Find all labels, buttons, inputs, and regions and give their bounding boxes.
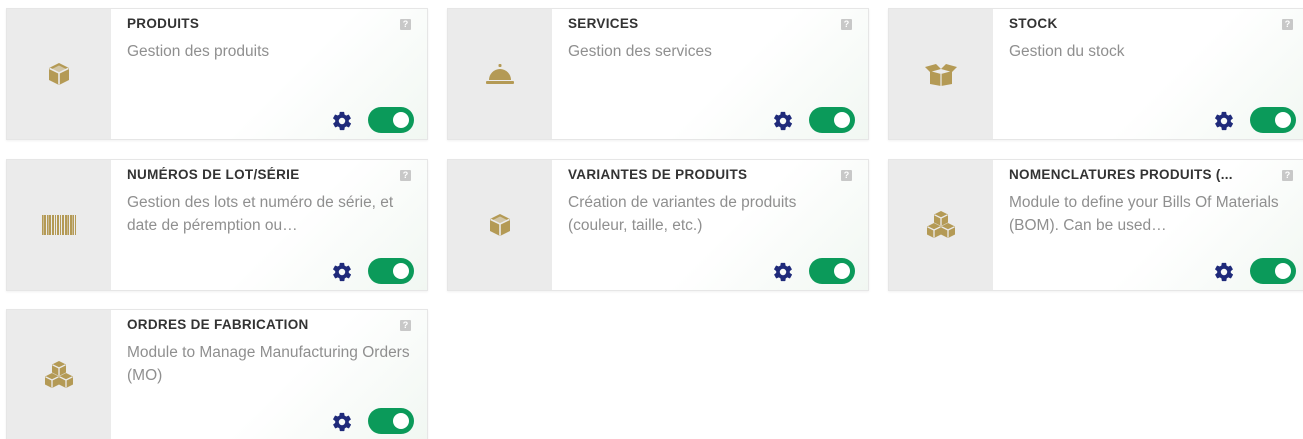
module-body: STOCK ? Gestion du stock: [993, 9, 1303, 139]
module-body: ORDRES DE FABRICATION ? Module to Manage…: [111, 310, 427, 439]
toggle-knob: [1275, 112, 1291, 128]
service-bell-icon: [485, 62, 515, 86]
module-enabled-toggle[interactable]: [1250, 258, 1296, 284]
cubes-icon: [926, 211, 956, 239]
toggle-knob: [834, 263, 850, 279]
module-description: Gestion du stock: [1009, 43, 1125, 60]
module-enabled-toggle[interactable]: [809, 107, 855, 133]
barcode-icon: [41, 213, 77, 237]
cube-icon: [487, 212, 513, 238]
settings-gear-icon[interactable]: [331, 110, 353, 132]
toggle-knob: [1275, 263, 1291, 279]
module-title: STOCK: [1009, 16, 1058, 31]
module-title: SERVICES: [568, 16, 639, 31]
settings-gear-icon[interactable]: [772, 261, 794, 283]
module-body: SERVICES ? Gestion des services: [552, 9, 868, 139]
help-icon[interactable]: ?: [1282, 170, 1293, 181]
module-picto: [889, 9, 993, 139]
module-enabled-toggle[interactable]: [809, 258, 855, 284]
module-card: PRODUITS ? Gestion des produits: [6, 8, 428, 140]
module-title: NUMÉROS DE LOT/SÉRIE: [127, 167, 300, 182]
help-icon[interactable]: ?: [841, 170, 852, 181]
toggle-knob: [393, 263, 409, 279]
help-icon[interactable]: ?: [400, 19, 411, 30]
module-enabled-toggle[interactable]: [368, 258, 414, 284]
module-picto: [889, 160, 993, 290]
module-body: PRODUITS ? Gestion des produits: [111, 9, 427, 139]
toggle-knob: [393, 112, 409, 128]
help-icon[interactable]: ?: [400, 170, 411, 181]
module-description: Création de variantes de produits (coule…: [568, 194, 797, 234]
settings-gear-icon[interactable]: [1213, 261, 1235, 283]
module-title: PRODUITS: [127, 16, 200, 31]
module-title: ORDRES DE FABRICATION: [127, 317, 309, 332]
module-card: SERVICES ? Gestion des services: [447, 8, 869, 140]
module-card: STOCK ? Gestion du stock: [888, 8, 1303, 140]
settings-gear-icon[interactable]: [331, 261, 353, 283]
toggle-knob: [393, 413, 409, 429]
cubes-icon: [44, 361, 74, 389]
open-box-icon: [923, 61, 959, 87]
help-icon[interactable]: ?: [400, 320, 411, 331]
module-card: NOMENCLATURES PRODUITS (... ? Module to …: [888, 159, 1303, 291]
module-body: NUMÉROS DE LOT/SÉRIE ? Gestion des lots …: [111, 160, 427, 290]
module-picto: [448, 9, 552, 139]
module-picto: [7, 310, 111, 439]
module-card: NUMÉROS DE LOT/SÉRIE ? Gestion des lots …: [6, 159, 428, 291]
help-icon[interactable]: ?: [1282, 19, 1293, 30]
module-title: VARIANTES DE PRODUITS: [568, 167, 748, 182]
module-description: Gestion des services: [568, 43, 712, 60]
settings-gear-icon[interactable]: [772, 110, 794, 132]
module-picto: [7, 160, 111, 290]
module-body: NOMENCLATURES PRODUITS (... ? Module to …: [993, 160, 1303, 290]
module-enabled-toggle[interactable]: [1250, 107, 1296, 133]
module-description: Module to define your Bills Of Materials…: [1009, 194, 1279, 234]
module-description: Gestion des lots et numéro de série, et …: [127, 194, 394, 234]
module-picto: [448, 160, 552, 290]
module-enabled-toggle[interactable]: [368, 408, 414, 434]
toggle-knob: [834, 112, 850, 128]
module-title: NOMENCLATURES PRODUITS (...: [1009, 167, 1233, 182]
module-body: VARIANTES DE PRODUITS ? Création de vari…: [552, 160, 868, 290]
module-card: VARIANTES DE PRODUITS ? Création de vari…: [447, 159, 869, 291]
module-description: Module to Manage Manufacturing Orders (M…: [127, 344, 410, 384]
cube-icon: [46, 61, 72, 87]
settings-gear-icon[interactable]: [331, 411, 353, 433]
help-icon[interactable]: ?: [841, 19, 852, 30]
module-description: Gestion des produits: [127, 43, 270, 60]
settings-gear-icon[interactable]: [1213, 110, 1235, 132]
module-grid: PRODUITS ? Gestion des produits SERVICES…: [0, 0, 1303, 439]
module-enabled-toggle[interactable]: [368, 107, 414, 133]
module-picto: [7, 9, 111, 139]
module-card: ORDRES DE FABRICATION ? Module to Manage…: [6, 309, 428, 439]
